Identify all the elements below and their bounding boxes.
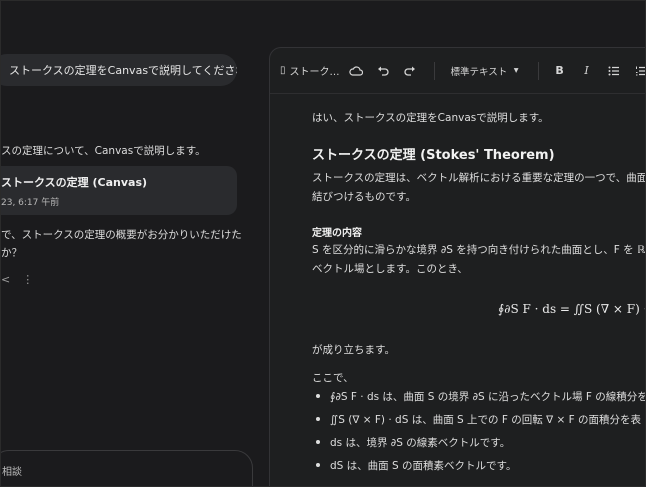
doc-holds: が成り立ちます。 [312,344,395,356]
doc-para1-line2: 結びつけるものです。 [312,191,416,203]
doc-section-heading: 定理の内容 [312,228,362,239]
chat-column: ストークスの定理をCanvasで説明してくだされ スの定理について、Canvas… [1,1,263,486]
bullet-text: ∮∂S F · ds は、曲面 S の境界 ∂S に沿ったベクトル場 F の線積… [330,391,646,403]
doc-para2-line1: S を区分的に滑らかな境界 ∂S を持つ向き付けられた曲面とし、F を ℝ³ [312,244,646,256]
bullet-dot [316,463,320,467]
bullet-list-icon[interactable] [603,60,625,82]
doc-para2-line2: ベクトル場とします。このとき、 [312,263,468,275]
bullet-dot [316,417,320,421]
cloud-sync-icon[interactable] [345,60,367,82]
toolbar-divider-2 [537,61,539,80]
numbered-list-icon[interactable] [630,60,645,82]
doc-icon: ▯ [280,65,286,76]
toolbar-divider [433,61,435,80]
reply-outro-line-1: で、ストークスの定理の概要がお分かりいただけた [1,229,242,241]
bold-icon[interactable]: B [549,60,571,82]
doc-here: ここで、 [312,372,354,384]
undo-icon[interactable] [372,60,394,82]
list-item: dS は、曲面 S の面積素ベクトルです。 [312,458,516,473]
doc-intro: はい、ストークスの定理をCanvasで説明します。 [312,112,549,124]
list-item: ∬S (∇ × F) · dS は、曲面 S 上での F の回転 ∇ × F の… [312,412,641,427]
canvas-toolbar: ▯ ストーク… 標準テキスト ▾ B I [270,48,645,94]
doc-para1-line1: ストークスの定理は、ベクトル解析における重要な定理の一つで、曲面の [312,172,646,184]
stokes-formula: ∮∂S F · ds = ∬S (∇ × F) · d [498,302,646,316]
bullet-dot [316,394,320,398]
text-style-select[interactable]: 標準テキスト ▾ [445,60,525,82]
more-vert-icon[interactable]: ⋮ [22,273,33,286]
dropdown-arrow-icon: ▾ [513,65,519,76]
user-message-bubble: ストークスの定理をCanvasで説明してくだされ [1,54,237,86]
text-style-value: 標準テキスト [450,66,508,78]
list-item: ∮∂S F · ds は、曲面 S の境界 ∂S に沿ったベクトル場 F の線積… [312,389,646,404]
reply-actions: < ⋮ [1,273,33,286]
app-window: ストークスの定理をCanvasで説明してくだされ スの定理について、Canvas… [0,0,646,487]
canvas-document-card[interactable]: ストークスの定理 (Canvas) 23, 6:17 午前 [1,166,237,215]
bullet-text: dS は、曲面 S の面積素ベクトルです。 [330,460,517,472]
canvas-card-timestamp: 23, 6:17 午前 [1,198,60,208]
redo-icon[interactable] [399,60,421,82]
doc-title-button[interactable]: ▯ ストーク… [280,60,340,82]
italic-icon[interactable]: I [576,60,598,82]
reply-intro-text: スの定理について、Canvasで説明します。 [1,145,206,157]
list-item: ds は、境界 ∂S の線素ベクトルです。 [312,435,510,450]
reply-outro-line-2: か？ [1,247,22,259]
chat-input-placeholder: 相談 [2,467,22,478]
canvas-card-title: ストークスの定理 (Canvas) [1,176,148,189]
doc-title-heading: ストークスの定理 (Stokes' Theorem) [312,148,555,163]
share-icon[interactable]: < [1,273,10,286]
bullet-dot [316,440,320,444]
doc-title: ストーク… [289,67,340,78]
chat-input-box[interactable]: 相談 [1,450,253,486]
bullet-text: ∬S (∇ × F) · dS は、曲面 S 上での F の回転 ∇ × F の… [330,414,641,426]
bullet-text: ds は、境界 ∂S の線素ベクトルです。 [330,437,511,449]
canvas-panel: ▯ ストーク… 標準テキスト ▾ B I はい、ストークスの定理をCanvasで… [269,47,646,486]
